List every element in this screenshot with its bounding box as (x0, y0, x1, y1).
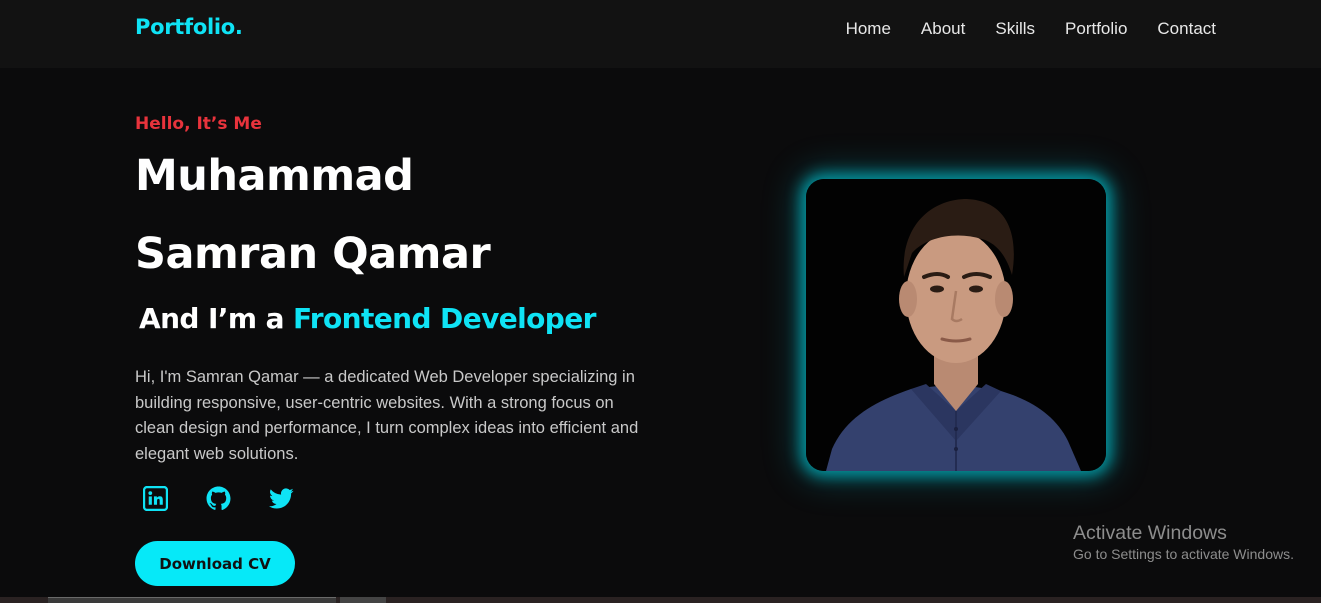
social-links (142, 485, 294, 512)
role-prefix: And I’m a (139, 302, 294, 335)
hero-name-line-1: Muhammad (135, 151, 414, 201)
nav-skills[interactable]: Skills (995, 19, 1035, 39)
github-icon[interactable] (206, 486, 231, 511)
site-logo[interactable]: Portfolio. (135, 15, 243, 39)
download-cv-button[interactable]: Download CV (135, 541, 295, 586)
twitter-icon[interactable] (269, 486, 294, 511)
role-accent: Frontend Developer (293, 302, 596, 335)
portfolio-page: Portfolio. Home About Skills Portfolio C… (0, 0, 1321, 603)
taskbar-item[interactable] (340, 597, 386, 603)
hero-bio: Hi, I'm Samran Qamar — a dedicated Web D… (135, 368, 639, 463)
taskbar-strip (0, 597, 1321, 603)
windows-activation-title: Activate Windows (1073, 522, 1227, 544)
nav-home[interactable]: Home (846, 19, 891, 39)
profile-photo (806, 179, 1106, 471)
nav-contact[interactable]: Contact (1157, 19, 1216, 39)
hero-name-line-2: Samran Qamar (135, 229, 491, 279)
nav-about[interactable]: About (921, 19, 965, 39)
hero-greeting: Hello, It’s Me (135, 114, 262, 134)
main-nav: Home About Skills Portfolio Contact (846, 19, 1216, 39)
taskbar-item[interactable] (48, 597, 336, 603)
profile-portrait-image (806, 179, 1106, 471)
site-header: Portfolio. Home About Skills Portfolio C… (0, 0, 1321, 68)
linkedin-icon[interactable] (142, 485, 169, 512)
windows-activation-subtitle: Go to Settings to activate Windows. (1073, 546, 1294, 562)
hero-role: And I’m a Frontend Developer (139, 302, 596, 335)
nav-portfolio[interactable]: Portfolio (1065, 19, 1127, 39)
